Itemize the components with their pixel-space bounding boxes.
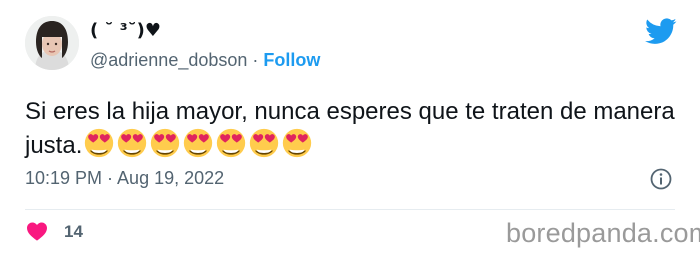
display-name[interactable]: ( ˘ ³˘)♥ [90,20,161,41]
separator-dot: · [252,50,259,70]
follow-button[interactable]: Follow [263,50,320,71]
heart-eyes-emoji [118,128,147,158]
handle-row: @adrienne_dobson · Follow [90,50,320,71]
divider [25,209,675,210]
like-count: 14 [64,222,83,241]
heart-eyes-emoji [283,128,312,158]
heart-eyes-emoji [217,128,246,158]
heart-eyes-emoji [184,128,213,158]
heart-eyes-emoji [250,128,279,158]
twitter-bird-icon[interactable] [645,18,677,45]
heart-eyes-emoji [151,128,180,158]
emoji-group [84,128,315,158]
tweet-text: Si eres la hija mayor, nunca esperes que… [25,96,675,162]
avatar[interactable] [25,16,79,70]
heart-icon[interactable] [26,221,48,241]
tweet-timestamp[interactable]: 10:19 PM · Aug 19, 2022 [25,168,224,189]
info-icon[interactable] [650,168,672,190]
watermark: boredpanda.com [506,218,700,248]
user-handle[interactable]: @adrienne_dobson [90,50,247,71]
heart-eyes-emoji [85,128,114,158]
